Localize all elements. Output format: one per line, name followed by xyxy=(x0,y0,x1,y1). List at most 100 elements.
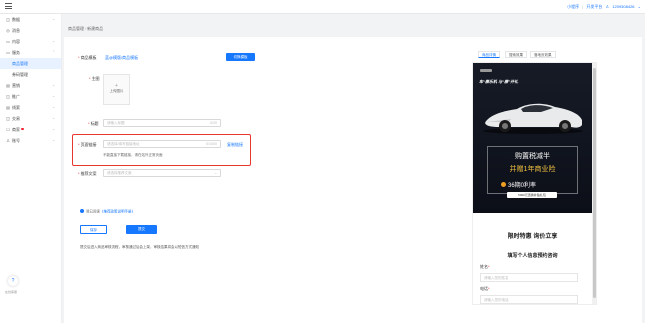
save-button[interactable]: 保存 xyxy=(80,225,107,234)
promotion-icon: ◫ xyxy=(6,94,10,99)
sidebar-item-marketing[interactable]: ▤ 营销 ⌄ xyxy=(0,80,61,91)
top-links: 小程序 | 开发平台 ♙ 120930842​6 ⌄ xyxy=(565,4,641,10)
highlight-box xyxy=(72,134,251,166)
title-label: *标题 xyxy=(88,121,99,126)
breadcrumb-current: 新建商品 xyxy=(87,26,104,31)
image-upload[interactable]: + 上传图片 xyxy=(103,74,130,105)
merchant-icon: ☐ xyxy=(6,127,10,132)
chevron-up-icon: ⌃ xyxy=(52,50,55,54)
link-mini-program[interactable]: 小程序 xyxy=(567,4,579,9)
checkbox-icon[interactable] xyxy=(80,209,84,213)
chevron-down-icon: ⌄ xyxy=(52,105,55,109)
account-id[interactable]: 120930842​6 xyxy=(612,4,634,9)
phone-input[interactable]: 请输入您的电话 xyxy=(480,295,578,304)
ad-rate: 36期0利率 xyxy=(501,180,536,189)
chevron-down-icon: ⌄ xyxy=(214,171,217,175)
submit-button[interactable]: 提交 xyxy=(126,225,157,234)
breadcrumb-separator: / xyxy=(85,26,87,31)
menu-toggle-icon[interactable] xyxy=(5,3,12,9)
sidebar-item-leads[interactable]: ▤ 线索 ⌄ xyxy=(0,102,61,113)
sidebar-item-label: 商家 xyxy=(12,127,20,132)
sidebar-item-trade[interactable]: ◫ 交易 ⌄ xyxy=(0,113,61,124)
sidebar-item-label: 推广 xyxy=(12,94,20,99)
sidebar-item-account[interactable]: ♙ 账号 ⌄ xyxy=(0,135,61,146)
breadcrumb: 商品管理/新建商品 xyxy=(68,26,103,32)
copy-select[interactable]: 请选择推荐文案 ⌄ xyxy=(103,169,221,177)
sidebar-item-promotion[interactable]: ◫ 推广 ⌄ xyxy=(0,91,61,102)
message-icon: ◎ xyxy=(6,28,10,33)
tab-product-detail[interactable]: 商品详情 xyxy=(478,51,500,58)
sidebar-item-label: 线索 xyxy=(12,105,20,110)
switch-template-button[interactable]: 切换模板 xyxy=(226,53,255,61)
account-icon[interactable]: ♙ xyxy=(606,4,610,9)
help-label: 在线客服 xyxy=(5,290,18,294)
content-icon: ▭ xyxy=(6,39,10,44)
sidebar-item-product-management[interactable]: 商品管理 xyxy=(0,58,61,69)
link-dev-platform[interactable]: 开发平台 xyxy=(586,4,602,9)
preview-panel: 商品详情 搜索效果 落地页效果 车“康乐机 与“康”开礼 购置税减半 并赠1年商… xyxy=(472,50,602,305)
ad-cta: 5000元置换补贴礼包 xyxy=(507,192,557,198)
sidebar-item-messages[interactable]: ◎ 消息 xyxy=(0,25,61,36)
policy-doc-link[interactable]: 《推荐政策说明手册》 xyxy=(100,210,135,214)
form-title: 限时特惠 询价立享 xyxy=(507,234,558,240)
name-input[interactable]: 请输入您的姓名 xyxy=(480,273,578,282)
page-link-hint: 不能直接下载链接，请在站外正常页面 xyxy=(103,153,163,157)
agreement[interactable]: 我已阅读《推荐政策说明手册》 xyxy=(80,209,135,215)
car-image xyxy=(483,103,583,134)
sidebar-item-label: 交易 xyxy=(12,116,20,121)
user-icon: ♙ xyxy=(6,138,10,143)
page-link-label: *页面链接 xyxy=(78,142,97,147)
char-count: 0/20 xyxy=(210,121,217,125)
breadcrumb-parent[interactable]: 商品管理 xyxy=(68,26,84,31)
scrollbar-thumb[interactable] xyxy=(593,68,596,298)
preview-tabs: 商品详情 搜索效果 落地页效果 xyxy=(472,50,602,59)
marketing-icon: ▤ xyxy=(6,83,10,88)
chevron-down-icon: ⌄ xyxy=(52,17,55,21)
name-label: 姓名* xyxy=(480,264,490,269)
ad-banner: 车“康乐机 与“康”开礼 购置税减半 并赠1年商业险 36期0利率 5000元置… xyxy=(473,63,592,213)
sidebar-item-data[interactable]: ◫ 数据 ⌄ xyxy=(0,14,61,25)
char-count: 0/1000 xyxy=(206,142,217,146)
sidebar-item-label: 券码管理 xyxy=(12,72,28,77)
form-subtitle: 填写个人信息预约咨询 xyxy=(507,253,558,259)
sidebar-item-label: 账号 xyxy=(12,138,20,143)
chevron-down-icon[interactable]: ⌄ xyxy=(638,4,641,9)
trade-icon: ◫ xyxy=(6,116,10,121)
brand-logo xyxy=(480,69,492,72)
sidebar-item-label: 消息 xyxy=(12,28,20,33)
leads-icon: ▤ xyxy=(6,105,10,110)
sidebar-item-label: 商品管理 xyxy=(12,61,28,66)
service-icon: ▭ xyxy=(6,50,10,55)
phone-label: 电话* xyxy=(480,286,490,291)
upload-label: 上传图片 xyxy=(109,89,124,93)
sidebar-item-label: 数据 xyxy=(12,17,20,22)
main-image-label: *主图 xyxy=(89,76,100,81)
sidebar-item-content[interactable]: ▭ 内容 ⌄ xyxy=(0,36,61,47)
submit-note: 提交后进入商品审核流程，审核通过后会上架，审核结果将会以短信方式通知 xyxy=(80,245,199,249)
tab-landing-effect[interactable]: 落地页效果 xyxy=(530,51,556,58)
ad-headline: 购置税减半 xyxy=(515,153,550,160)
notification-dot xyxy=(21,127,24,130)
chevron-down-icon: ⌄ xyxy=(52,138,55,142)
sidebar-item-label: 营销 xyxy=(12,83,20,88)
page-link-input[interactable]: 请选择/填写链接地址 0/1000 xyxy=(103,140,221,148)
chevron-down-icon: ⌄ xyxy=(52,39,55,43)
sidebar-item-label: 内容 xyxy=(12,39,20,44)
sidebar-item-service[interactable]: ▭ 服务 ⌃ xyxy=(0,47,61,58)
sidebar-item-label: 服务 xyxy=(12,50,20,55)
chevron-down-icon: ⌄ xyxy=(52,83,55,87)
sidebar-item-coupon-management[interactable]: 券码管理 xyxy=(0,69,61,80)
title-input[interactable]: 请输入标题 0/20 xyxy=(103,119,221,127)
copy-label: *推荐文案 xyxy=(78,171,97,176)
copy-link-button[interactable]: 复制链接 xyxy=(227,142,243,148)
preview-scrollbar[interactable] xyxy=(592,63,596,304)
chart-icon: ◫ xyxy=(6,17,10,22)
template-value: 蓝@模版/商品模板 xyxy=(105,55,139,60)
chevron-down-icon: ⌄ xyxy=(52,94,55,98)
ad-tagline: 车“康乐机 与“康”开礼 xyxy=(479,79,519,84)
template-label: *商品模板 xyxy=(78,55,97,60)
sidebar-item-merchant[interactable]: ☐ 商家 ⌄ xyxy=(0,124,61,135)
help-icon[interactable]: ? xyxy=(8,276,18,286)
chevron-down-icon: ⌄ xyxy=(52,127,55,131)
tab-search-effect[interactable]: 搜索效果 xyxy=(505,51,527,58)
